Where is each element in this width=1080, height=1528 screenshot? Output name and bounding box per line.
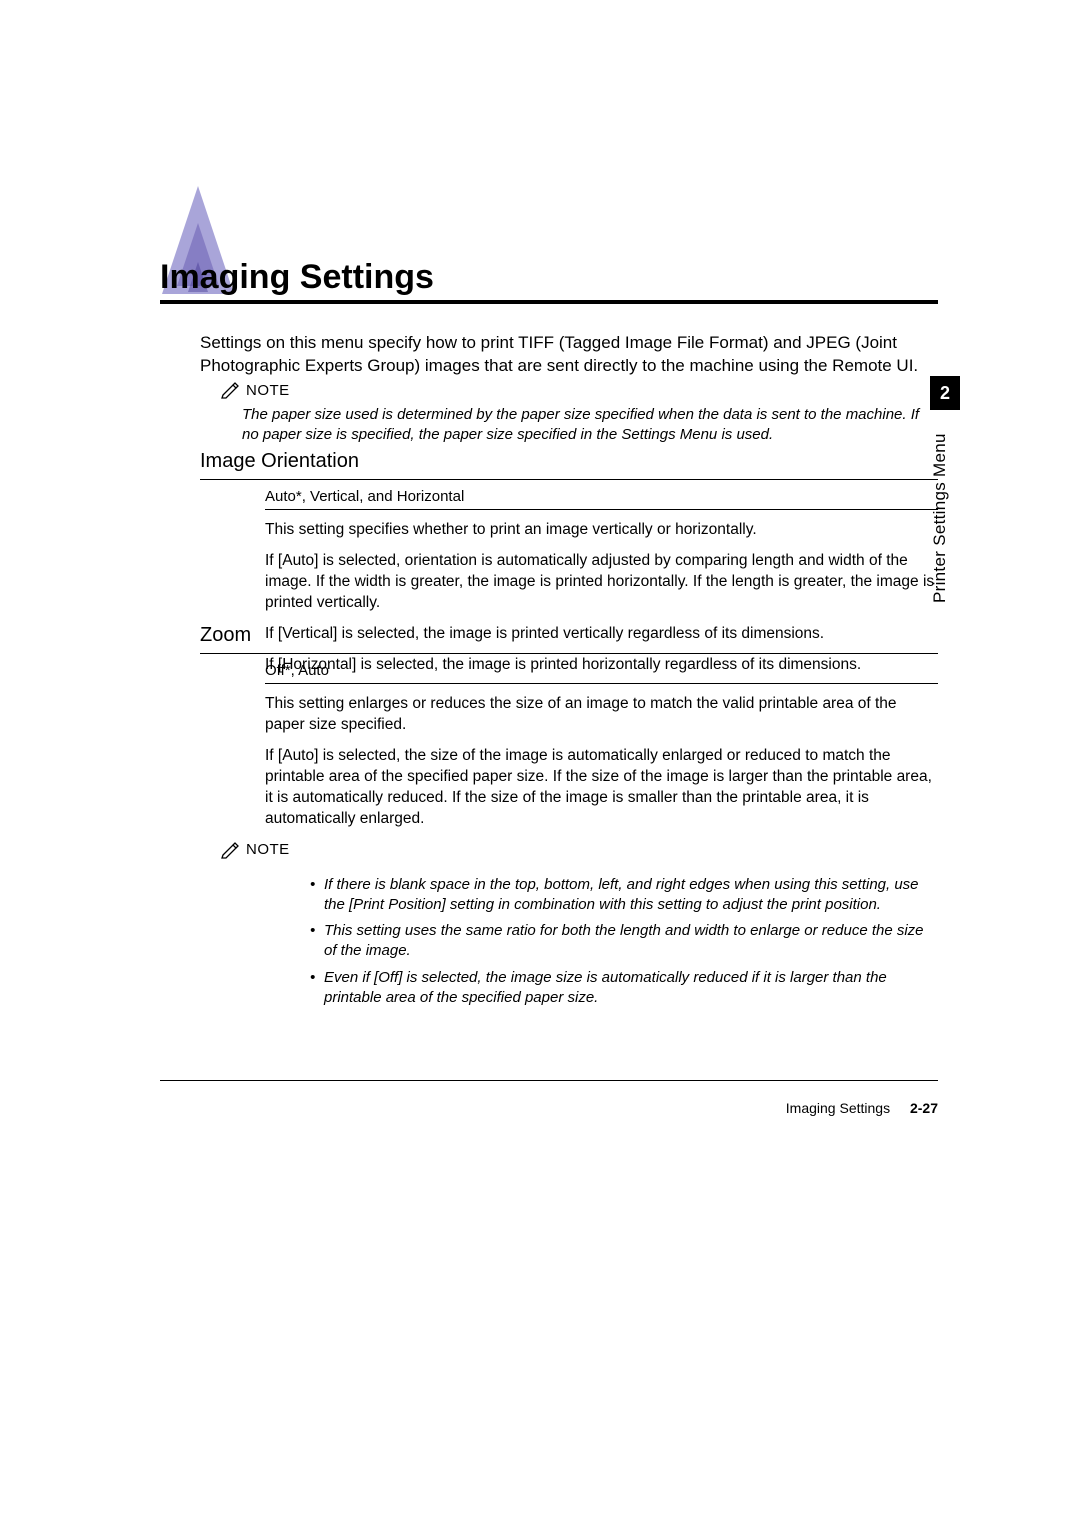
divider [200,653,938,654]
chapter-tab-number: 2 [930,376,960,410]
note-icon [220,380,240,400]
note-block-2: NOTE If there is blank space in the top,… [220,840,938,1009]
bullet-item: If there is blank space in the top, bott… [310,875,938,916]
chapter-rule [160,300,938,304]
note-bullets: If there is blank space in the top, bott… [270,875,938,1009]
note-block-1: NOTE The paper size used is determined b… [220,380,938,446]
note-text: The paper size used is determined by the… [220,404,938,446]
subheading: Image Orientation [200,450,938,473]
footer-rule [160,1080,938,1081]
footer-page-number: 2-27 [910,1100,938,1116]
page-footer: Imaging Settings 2-27 [160,1100,938,1116]
note-icon [220,840,240,860]
chapter-title: Imaging Settings [160,258,434,297]
footer-section: Imaging Settings [786,1100,890,1116]
note-label: NOTE [246,382,290,399]
intro-paragraph: Settings on this menu specify how to pri… [200,332,938,378]
paragraph: This setting specifies whether to print … [265,520,938,541]
paragraph: If [Auto] is selected, orientation is au… [265,551,938,614]
chapter-tab-label: Printer Settings Menu [930,418,960,618]
divider [265,683,938,684]
bullet-item: This setting uses the same ratio for bot… [310,921,938,962]
options-list: Off*, Auto [265,662,938,679]
note-label: NOTE [246,841,290,858]
bullet-item: Even if [Off] is selected, the image siz… [310,968,938,1009]
options-list: Auto*, Vertical, and Horizontal [265,488,938,505]
section-zoom: Zoom Off*, Auto This setting enlarges or… [200,624,938,1023]
paragraph: If [Auto] is selected, the size of the i… [265,746,938,830]
divider [200,479,938,480]
paragraph: This setting enlarges or reduces the siz… [265,694,938,736]
subheading: Zoom [200,624,938,647]
divider [265,509,938,510]
